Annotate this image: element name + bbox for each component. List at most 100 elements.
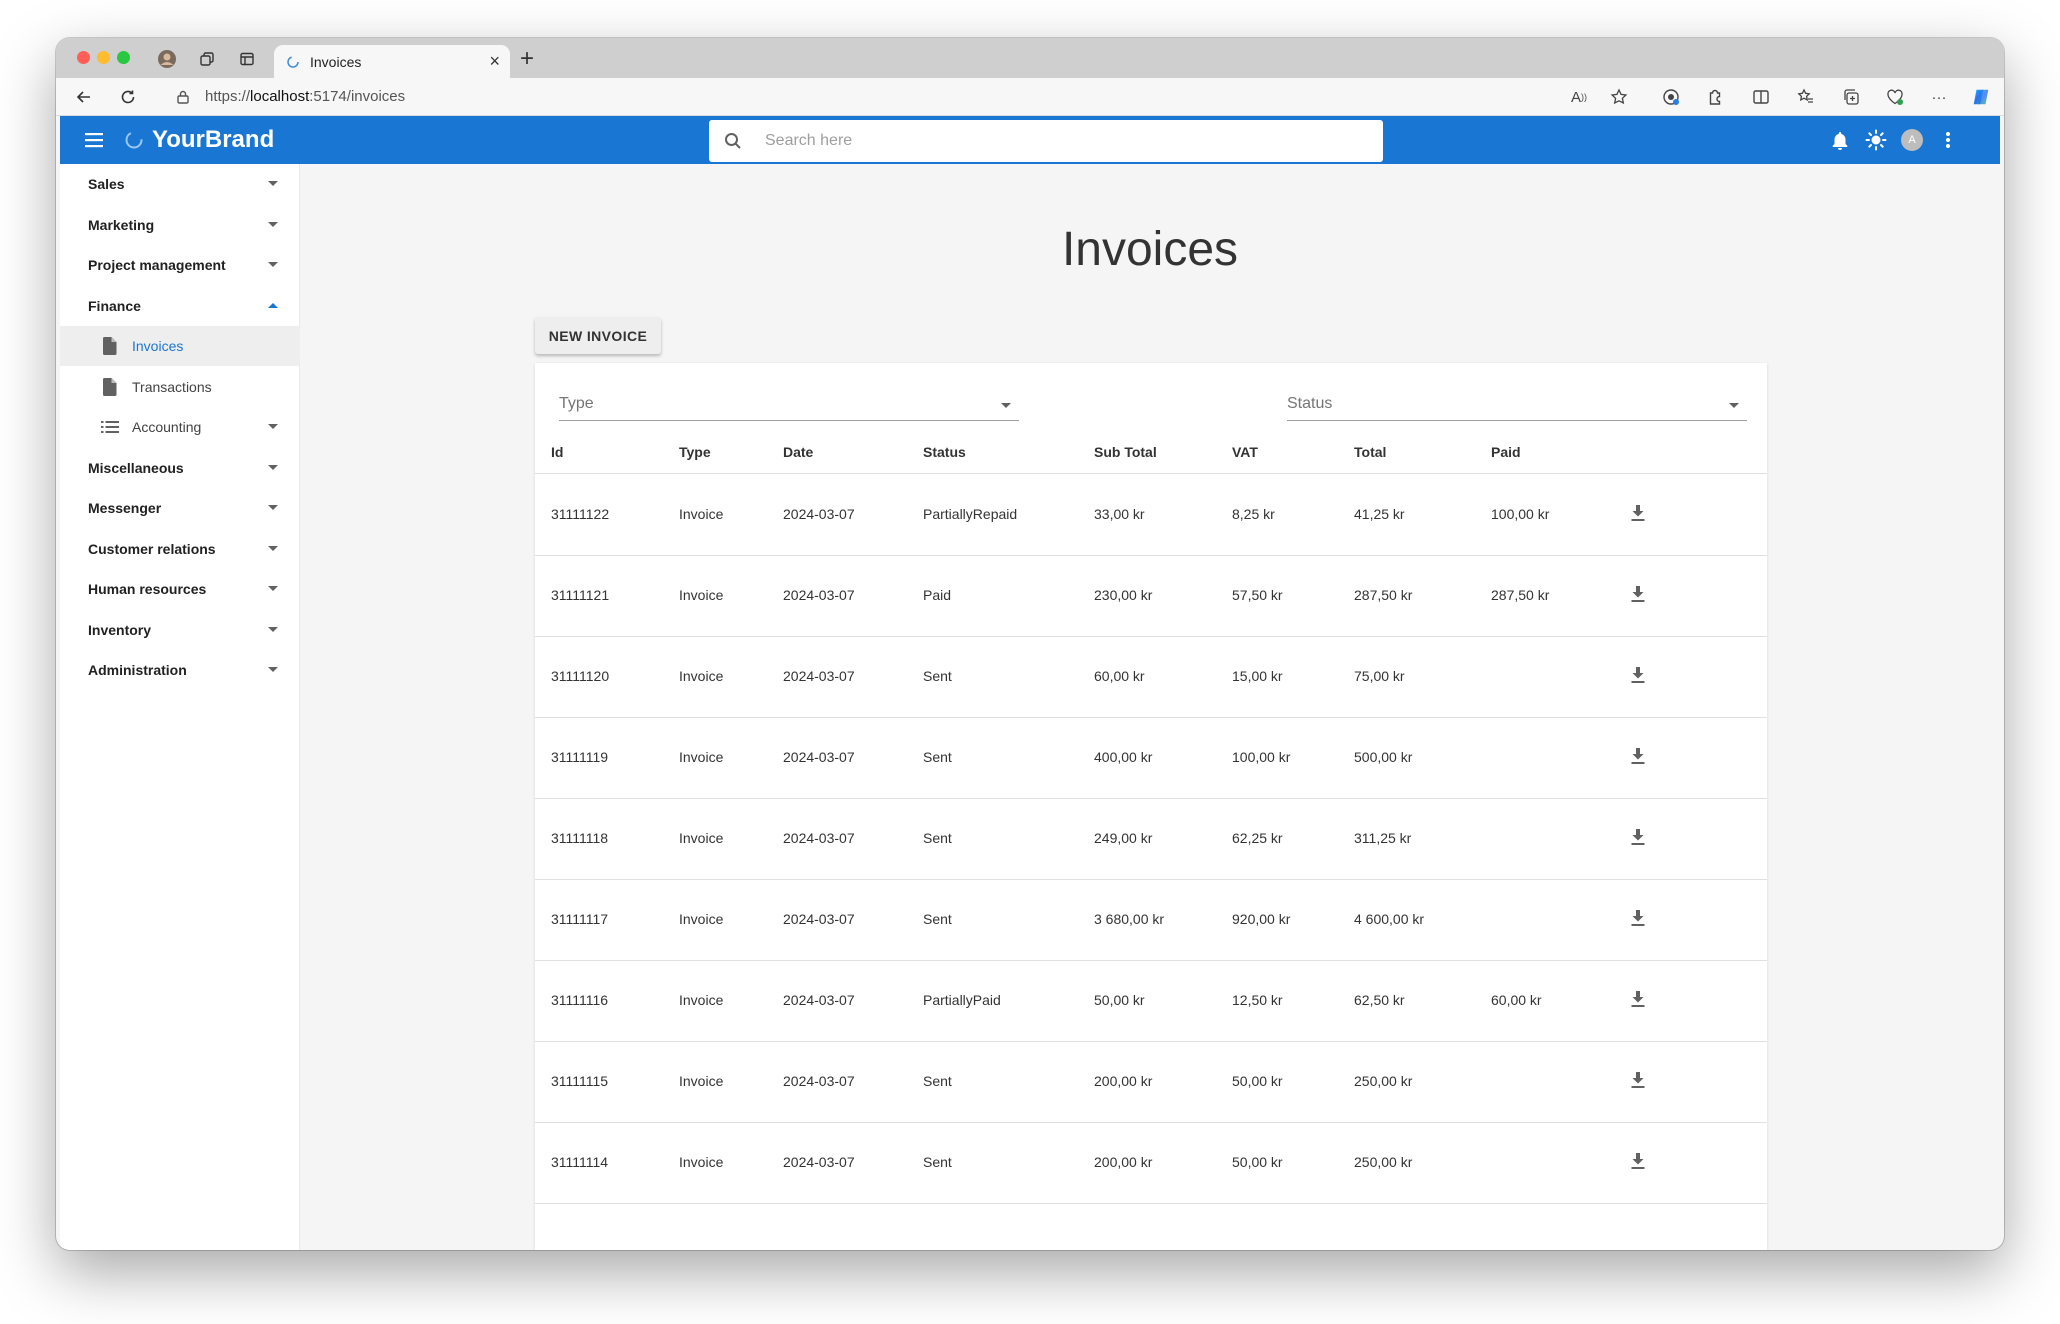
cell-id: 31111122 bbox=[551, 506, 610, 522]
close-tab-icon[interactable]: × bbox=[489, 51, 500, 72]
download-icon[interactable] bbox=[1628, 665, 1648, 685]
chevron-down-icon bbox=[268, 465, 278, 470]
download-icon[interactable] bbox=[1628, 584, 1648, 604]
table-row[interactable]: 31111120 Invoice 2024-03-07 Sent 60,00 kr 15,… bbox=[535, 637, 1767, 718]
download-icon[interactable] bbox=[1628, 827, 1648, 847]
back-icon[interactable] bbox=[74, 87, 94, 107]
sidebar-item-sales[interactable]: Sales bbox=[60, 164, 300, 204]
sidebar-item-miscellaneous[interactable]: Miscellaneous bbox=[60, 448, 300, 488]
sidebar-item-human-resources[interactable]: Human resources bbox=[60, 569, 300, 609]
table-row[interactable]: 31111119 Invoice 2024-03-07 Sent 400,00 kr 10… bbox=[535, 718, 1767, 799]
cell-type: Invoice bbox=[679, 1073, 724, 1089]
table-row[interactable]: 31111114 Invoice 2024-03-07 Sent 200,00 kr 50… bbox=[535, 1123, 1767, 1204]
invoices-table-card: Type Status Id Type Date Status Sub Tota… bbox=[535, 363, 1767, 1250]
column-header-paid[interactable]: Paid bbox=[1491, 444, 1521, 460]
column-header-total[interactable]: Total bbox=[1354, 444, 1386, 460]
cell-total: 311,25 kr bbox=[1354, 830, 1412, 846]
cell-type: Invoice bbox=[679, 1154, 724, 1170]
read-aloud-icon[interactable]: A)) bbox=[1569, 87, 1589, 107]
column-header-date[interactable]: Date bbox=[783, 444, 813, 460]
sidebar-item-transactions[interactable]: Transactions bbox=[60, 367, 300, 407]
table-row[interactable]: 31111121 Invoice 2024-03-07 Paid 230,00 kr 57… bbox=[535, 556, 1767, 637]
cell-date: 2024-03-07 bbox=[783, 749, 855, 765]
theme-toggle-sun-icon[interactable] bbox=[1864, 128, 1888, 152]
cell-date: 2024-03-07 bbox=[783, 830, 855, 846]
cell-subtotal: 200,00 kr bbox=[1094, 1154, 1153, 1170]
table-row[interactable]: 31111122 Invoice 2024-03-07 PartiallyRepaid… bbox=[535, 475, 1767, 556]
collections-icon[interactable] bbox=[1841, 87, 1861, 107]
sidebar-item-accounting[interactable]: Accounting bbox=[60, 407, 300, 447]
user-avatar[interactable]: A bbox=[1900, 128, 1924, 152]
cell-status: Sent bbox=[923, 1154, 952, 1170]
column-header-vat[interactable]: VAT bbox=[1232, 444, 1258, 460]
cell-date: 2024-03-07 bbox=[783, 1154, 855, 1170]
profile-avatar-icon[interactable] bbox=[157, 49, 177, 69]
url-field[interactable]: https://localhost:5174/invoices bbox=[205, 88, 405, 105]
cell-subtotal: 3 680,00 kr bbox=[1094, 911, 1165, 927]
column-header-status[interactable]: Status bbox=[923, 444, 966, 460]
search-input[interactable] bbox=[765, 128, 1365, 154]
download-icon[interactable] bbox=[1628, 989, 1648, 1009]
split-screen-icon[interactable] bbox=[1751, 87, 1771, 107]
cell-status: PartiallyPaid bbox=[923, 992, 1001, 1008]
download-icon[interactable] bbox=[1628, 503, 1648, 523]
cell-id: 31111117 bbox=[551, 911, 609, 927]
sidebar-item-administration[interactable]: Administration bbox=[60, 650, 300, 690]
minimize-window-button[interactable] bbox=[97, 51, 110, 64]
lock-icon[interactable] bbox=[173, 87, 193, 107]
sidebar-item-messenger[interactable]: Messenger bbox=[60, 488, 300, 528]
download-icon[interactable] bbox=[1628, 908, 1648, 928]
column-header-type[interactable]: Type bbox=[679, 444, 711, 460]
browser-essentials-icon[interactable] bbox=[1661, 87, 1681, 107]
sidebar-item-label: Invoices bbox=[132, 338, 184, 354]
column-header-id[interactable]: Id bbox=[551, 444, 563, 460]
chevron-down-icon bbox=[268, 667, 278, 672]
tab-actions-icon[interactable] bbox=[237, 49, 257, 69]
new-tab-icon[interactable]: + bbox=[520, 45, 534, 73]
cell-subtotal: 249,00 kr bbox=[1094, 830, 1153, 846]
table-row[interactable]: 31111118 Invoice 2024-03-07 Sent 249,00 kr 62… bbox=[535, 799, 1767, 880]
brand-name[interactable]: YourBrand bbox=[152, 126, 274, 154]
document-icon bbox=[100, 377, 120, 397]
notifications-bell-icon[interactable] bbox=[1828, 128, 1852, 152]
extensions-icon[interactable] bbox=[1705, 87, 1725, 107]
tab-invoices[interactable]: Invoices × bbox=[274, 45, 510, 78]
cell-paid: 100,00 kr bbox=[1491, 506, 1550, 522]
close-window-button[interactable] bbox=[77, 51, 90, 64]
new-invoice-button[interactable]: NEW INVOICE bbox=[535, 317, 661, 354]
download-icon[interactable] bbox=[1628, 1151, 1648, 1171]
copilot-icon[interactable] bbox=[1971, 87, 1991, 107]
sidebar-item-project-management[interactable]: Project management bbox=[60, 245, 300, 285]
table-row[interactable]: 31111116 Invoice 2024-03-07 PartiallyPaid 50… bbox=[535, 961, 1767, 1042]
browser-window: Invoices × + https://localhost:5174/invo… bbox=[56, 38, 2004, 1250]
type-filter-select[interactable]: Type bbox=[559, 389, 1019, 421]
search-box[interactable] bbox=[709, 120, 1383, 162]
status-filter-select[interactable]: Status bbox=[1287, 389, 1747, 421]
table-row[interactable] bbox=[535, 1204, 1767, 1250]
workspaces-icon[interactable] bbox=[197, 49, 217, 69]
cell-vat: 100,00 kr bbox=[1232, 749, 1291, 765]
chevron-up-icon bbox=[268, 303, 278, 308]
sidebar-item-invoices[interactable]: Invoices bbox=[60, 326, 300, 366]
more-options-icon[interactable]: ··· bbox=[1929, 87, 1949, 107]
cell-total: 287,50 kr bbox=[1354, 587, 1413, 603]
cell-total: 500,00 kr bbox=[1354, 749, 1413, 765]
sidebar-item-inventory[interactable]: Inventory bbox=[60, 610, 300, 650]
favorites-icon[interactable] bbox=[1796, 87, 1816, 107]
download-icon[interactable] bbox=[1628, 746, 1648, 766]
more-vert-icon[interactable] bbox=[1936, 128, 1960, 152]
table-row[interactable]: 31111117 Invoice 2024-03-07 Sent 3 680,00 kr… bbox=[535, 880, 1767, 961]
menu-icon[interactable] bbox=[82, 128, 106, 152]
performance-icon[interactable] bbox=[1885, 87, 1905, 107]
table-row[interactable]: 31111115 Invoice 2024-03-07 Sent 200,00 kr 50… bbox=[535, 1042, 1767, 1123]
sidebar-item-label: Accounting bbox=[132, 419, 202, 435]
sidebar-item-finance[interactable]: Finance bbox=[60, 286, 300, 326]
favorite-star-icon[interactable] bbox=[1609, 87, 1629, 107]
column-header-subtotal[interactable]: Sub Total bbox=[1094, 444, 1157, 460]
zoom-window-button[interactable] bbox=[117, 51, 130, 64]
search-icon bbox=[723, 131, 743, 156]
download-icon[interactable] bbox=[1628, 1070, 1648, 1090]
sidebar-item-customer-relations[interactable]: Customer relations bbox=[60, 529, 300, 569]
reload-icon[interactable] bbox=[118, 87, 138, 107]
sidebar-item-marketing[interactable]: Marketing bbox=[60, 205, 300, 245]
